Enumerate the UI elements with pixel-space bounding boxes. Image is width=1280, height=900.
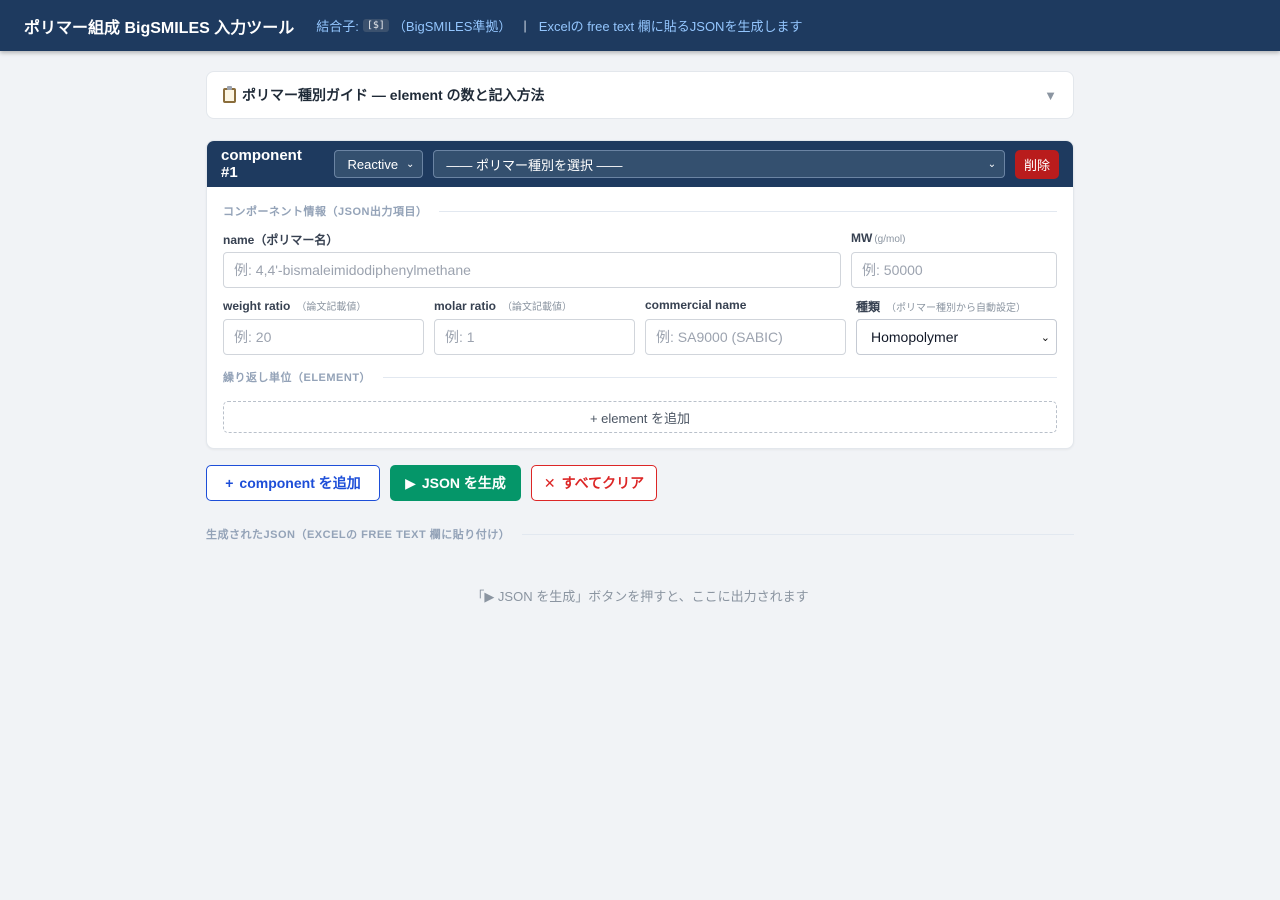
kind-label: 種類 （ポリマー種別から自動設定） [856,300,1027,314]
role-select[interactable]: Reactive ⌄ [334,150,424,178]
generate-json-label: JSON を生成 [421,475,506,491]
kind-hint: （ポリマー種別から自動設定） [886,303,1027,314]
output-placeholder: 「▶ JSON を生成」ボタンを押すと、ここに出力されます [471,589,809,604]
role-select-value: Reactive [347,156,399,172]
add-component-label: component を追加 [239,475,361,491]
close-icon: ✕ [543,474,556,491]
info-section-title: コンポーネント情報（JSON出力項目） [223,206,428,218]
output-section-header: 生成されたJSON（EXCELの FREE TEXT 欄に貼り付け） [206,526,1074,542]
polymer-type-select[interactable]: —— ポリマー種別を選択 —— ⌄ [433,150,1006,178]
add-element-button[interactable]: + element を追加 [223,401,1057,433]
polymer-type-select-value: —— ポリマー種別を選択 —— [446,157,623,173]
component-card: component #1 Reactive ⌄ —— ポリマー種別を選択 —— … [206,140,1074,449]
mw-field: MW (g/mol) 例: 50000 [851,231,1057,288]
clear-all-button[interactable]: ✕ すべてクリア [531,465,657,501]
plus-icon: + [225,475,234,491]
connector-prefix: 結合子: [316,19,359,34]
kind-select-value: Homopolymer [871,329,959,345]
weight-ratio-input[interactable]: 例: 20 [223,319,424,355]
chevron-down-icon: ⌄ [405,158,415,170]
output-section-title: 生成されたJSON（EXCELの FREE TEXT 欄に貼り付け） [206,529,511,541]
component-header: component #1 Reactive ⌄ —— ポリマー種別を選択 —— … [207,141,1073,187]
header-separator: | [523,18,527,33]
clear-all-label: すべてクリア [561,475,645,491]
chevron-down-icon: ⌄ [987,158,997,170]
weight-ratio-hint: （論文記載値） [296,302,367,313]
weight-ratio-field: weight ratio （論文記載値） 例: 20 [223,298,424,355]
commercial-name-field: commercial name 例: SA9000 (SABIC) [645,298,846,355]
kind-select[interactable]: Homopolymer ⌄ [856,319,1057,355]
name-field: name（ポリマー名） 例: 4,4'-bismaleimidodiphenyl… [223,231,841,288]
chevron-down-icon: ▼ [1044,87,1057,103]
name-label: name（ポリマー名） [223,233,339,247]
kind-field: 種類 （ポリマー種別から自動設定） Homopolymer ⌄ [856,298,1057,355]
app-header: ポリマー組成 BigSMILES 入力ツール 結合子: [$] （BigSMIL… [0,0,1280,51]
commercial-name-input[interactable]: 例: SA9000 (SABIC) [645,319,846,355]
name-input[interactable]: 例: 4,4'-bismaleimidodiphenylmethane [223,252,841,288]
action-bar: + component を追加 ▶ JSON を生成 ✕ すべてクリア [206,465,1074,501]
element-section-title: 繰り返し単位（ELEMENT） [223,372,372,384]
weight-ratio-label: weight ratio （論文記載値） [223,299,367,313]
mw-label: MW (g/mol) [851,231,906,245]
mw-input[interactable]: 例: 50000 [851,252,1057,288]
mw-unit: (g/mol) [874,234,906,245]
divider [383,376,1057,378]
app-title: ポリマー組成 BigSMILES 入力ツール [24,19,295,37]
molar-ratio-hint: （論文記載値） [502,302,573,313]
header-subtitle: 結合子: [$] （BigSMILES準拠） | Excelの free tex… [316,16,802,35]
play-icon: ▶ [405,474,416,491]
info-section-header: コンポーネント情報（JSON出力項目） [223,203,1057,219]
divider [439,210,1057,212]
polymer-guide-toggle[interactable]: ポリマー種別ガイド — element の数と記入方法 ▼ [206,71,1074,119]
commercial-name-label: commercial name [645,298,747,312]
connector-note: （BigSMILES準拠） [392,19,512,34]
molar-ratio-field: molar ratio （論文記載値） 例: 1 [434,298,635,355]
divider [522,533,1074,535]
delete-component-button[interactable]: 削除 [1015,149,1060,179]
guide-title: ポリマー種別ガイド — element の数と記入方法 [242,87,545,103]
molar-ratio-input[interactable]: 例: 1 [434,319,635,355]
header-note: Excelの free text 欄に貼るJSONを生成します [538,19,803,34]
molar-ratio-label: molar ratio （論文記載値） [434,299,573,313]
clipboard-icon [223,85,236,103]
connector-code: [$] [362,19,389,32]
generate-json-button[interactable]: ▶ JSON を生成 [390,465,521,501]
chevron-down-icon: ⌄ [1040,331,1050,344]
add-component-button[interactable]: + component を追加 [206,465,380,501]
component-title: component #1 [221,147,302,181]
element-section-header: 繰り返し単位（ELEMENT） [223,369,1057,385]
